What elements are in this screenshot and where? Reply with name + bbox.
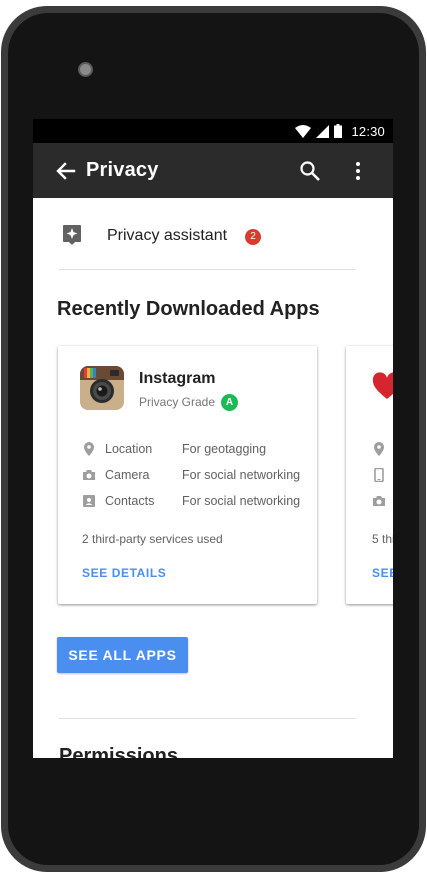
front-camera [78, 62, 93, 77]
permission-name: Location [105, 442, 153, 456]
privacy-assistant-label: Privacy assistant [107, 227, 228, 244]
divider [59, 269, 356, 270]
screen: 12:30 Privacy Privacy assistant 2 Recent… [33, 119, 393, 758]
section-title: Permissions [59, 745, 178, 758]
back-arrow-icon[interactable] [55, 160, 77, 182]
privacy-assistant-row[interactable]: Privacy assistant 2 [33, 198, 393, 270]
permission-row [346, 440, 393, 460]
permission-row: Camera For social networking [58, 466, 317, 486]
app-bar: Privacy [33, 143, 393, 198]
section-title: Recently Downloaded Apps [57, 298, 320, 320]
see-details-link[interactable]: SEE DETAILS [82, 566, 166, 580]
contacts-icon [82, 494, 96, 508]
camera-icon [82, 468, 96, 482]
third-party-services: 2 third-party services used [82, 532, 223, 546]
third-party-services: 5 thi [372, 532, 393, 546]
app-name: Instagram [139, 370, 216, 387]
permission-purpose: For social networking [182, 468, 301, 482]
permission-row: Contacts For social networking [58, 492, 317, 512]
notification-badge: 2 [245, 229, 261, 245]
app-card-partial[interactable]: 5 thi SEE [346, 346, 393, 604]
location-icon [372, 442, 386, 456]
permission-row [346, 492, 393, 512]
more-vert-icon[interactable] [351, 160, 365, 182]
permission-row [346, 466, 393, 486]
permission-row: Location For geotagging [58, 440, 317, 460]
search-icon[interactable] [299, 160, 321, 182]
camera-icon [372, 494, 386, 508]
wifi-icon [295, 124, 312, 138]
battery-icon [334, 124, 343, 138]
divider [59, 718, 356, 719]
see-details-link[interactable]: SEE [372, 566, 393, 580]
phone-icon [372, 467, 386, 483]
grade-badge: A [221, 394, 238, 411]
status-bar: 12:30 [33, 119, 393, 143]
permission-name: Contacts [105, 494, 155, 508]
permission-purpose: For geotagging [182, 442, 267, 456]
see-all-apps-button[interactable]: SEE ALL APPS [57, 637, 188, 673]
instagram-app-icon [80, 366, 124, 410]
clock: 12:30 [351, 123, 385, 139]
content: Privacy assistant 2 Recently Downloaded … [33, 198, 393, 758]
heart-app-icon [372, 372, 393, 402]
privacy-grade-label: Privacy Grade [139, 395, 216, 409]
permission-purpose: For social networking [182, 494, 301, 508]
page-title: Privacy [86, 159, 159, 181]
signal-icon [316, 124, 330, 138]
assistant-icon [62, 224, 82, 246]
app-card-instagram[interactable]: Instagram Privacy Grade A Location For g… [58, 346, 317, 604]
location-icon [82, 442, 96, 456]
permission-name: Camera [105, 468, 150, 482]
